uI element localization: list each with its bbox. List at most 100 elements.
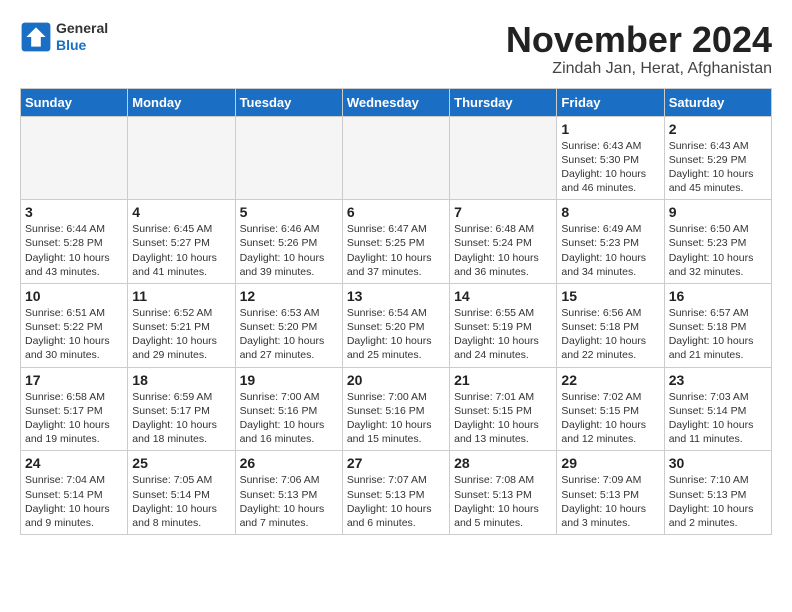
cell-info: Sunrise: 7:00 AM Sunset: 5:16 PM Dayligh… [240, 390, 338, 447]
calendar-cell [128, 116, 235, 200]
cell-info: Sunrise: 7:03 AM Sunset: 5:14 PM Dayligh… [669, 390, 767, 447]
day-number: 1 [561, 121, 659, 137]
day-number: 24 [25, 455, 123, 471]
calendar-cell: 15 Sunrise: 6:56 AM Sunset: 5:18 PM Dayli… [557, 283, 664, 367]
day-number: 10 [25, 288, 123, 304]
day-number: 3 [25, 204, 123, 220]
calendar-cell: 4Sunrise: 6:45 AM Sunset: 5:27 PM Daylig… [128, 200, 235, 284]
cell-info: Sunrise: 7:00 AM Sunset: 5:16 PM Dayligh… [347, 390, 445, 447]
calendar-cell: 29 Sunrise: 7:09 AM Sunset: 5:13 PM Dayli… [557, 451, 664, 535]
month-title: November 2024 [506, 20, 772, 60]
logo-general: General [56, 20, 108, 36]
cell-info: Sunrise: 6:58 AM Sunset: 5:17 PM Dayligh… [25, 390, 123, 447]
cell-info: Sunrise: 6:44 AM Sunset: 5:28 PM Dayligh… [25, 222, 123, 279]
calendar-cell: 3 Sunrise: 6:44 AM Sunset: 5:28 PM Daylig… [21, 200, 128, 284]
calendar-cell: 13 Sunrise: 6:54 AM Sunset: 5:20 PM Dayli… [342, 283, 449, 367]
calendar-cell: 23 Sunrise: 7:03 AM Sunset: 5:14 PM Dayli… [664, 367, 771, 451]
calendar-cell: 21 Sunrise: 7:01 AM Sunset: 5:15 PM Dayli… [450, 367, 557, 451]
cell-info: Sunrise: 7:02 AM Sunset: 5:15 PM Dayligh… [561, 390, 659, 447]
calendar-cell: 20Sunrise: 7:00 AM Sunset: 5:16 PM Dayli… [342, 367, 449, 451]
day-number: 21 [454, 372, 552, 388]
cell-info: Sunrise: 7:09 AM Sunset: 5:13 PM Dayligh… [561, 473, 659, 530]
title-area: November 2024 Zindah Jan, Herat, Afghani… [506, 20, 772, 78]
calendar-table: SundayMondayTuesdayWednesdayThursdayFrid… [20, 88, 772, 535]
day-number: 25 [132, 455, 230, 471]
calendar-cell: 16Sunrise: 6:57 AM Sunset: 5:18 PM Dayli… [664, 283, 771, 367]
header-tuesday: Tuesday [235, 88, 342, 116]
page-header: General Blue November 2024 Zindah Jan, H… [20, 20, 772, 78]
day-number: 13 [347, 288, 445, 304]
calendar-cell: 14 Sunrise: 6:55 AM Sunset: 5:19 PM Dayli… [450, 283, 557, 367]
header-row: SundayMondayTuesdayWednesdayThursdayFrid… [21, 88, 772, 116]
day-number: 30 [669, 455, 767, 471]
cell-info: Sunrise: 6:52 AM Sunset: 5:21 PM Dayligh… [132, 306, 230, 363]
calendar-cell: 11 Sunrise: 6:52 AM Sunset: 5:21 PM Dayli… [128, 283, 235, 367]
week-row-4: 17 Sunrise: 6:58 AM Sunset: 5:17 PM Dayli… [21, 367, 772, 451]
day-number: 5 [240, 204, 338, 220]
day-number: 23 [669, 372, 767, 388]
cell-info: Sunrise: 6:43 AM Sunset: 5:30 PM Dayligh… [561, 139, 659, 196]
cell-info: Sunrise: 7:04 AM Sunset: 5:14 PM Dayligh… [25, 473, 123, 530]
cell-info: Sunrise: 6:59 AM Sunset: 5:17 PM Dayligh… [132, 390, 230, 447]
day-number: 26 [240, 455, 338, 471]
calendar-cell: 2 Sunrise: 6:43 AM Sunset: 5:29 PM Daylig… [664, 116, 771, 200]
day-number: 11 [132, 288, 230, 304]
cell-info: Sunrise: 6:45 AM Sunset: 5:27 PM Dayligh… [132, 222, 230, 279]
cell-info: Sunrise: 6:54 AM Sunset: 5:20 PM Dayligh… [347, 306, 445, 363]
cell-info: Sunrise: 6:56 AM Sunset: 5:18 PM Dayligh… [561, 306, 659, 363]
calendar-cell: 9Sunrise: 6:50 AM Sunset: 5:23 PM Daylig… [664, 200, 771, 284]
cell-info: Sunrise: 6:46 AM Sunset: 5:26 PM Dayligh… [240, 222, 338, 279]
cell-info: Sunrise: 7:08 AM Sunset: 5:13 PM Dayligh… [454, 473, 552, 530]
week-row-5: 24 Sunrise: 7:04 AM Sunset: 5:14 PM Dayli… [21, 451, 772, 535]
logo: General Blue [20, 20, 108, 54]
calendar-cell: 27Sunrise: 7:07 AM Sunset: 5:13 PM Dayli… [342, 451, 449, 535]
cell-info: Sunrise: 6:49 AM Sunset: 5:23 PM Dayligh… [561, 222, 659, 279]
day-number: 19 [240, 372, 338, 388]
calendar-cell: 17 Sunrise: 6:58 AM Sunset: 5:17 PM Dayli… [21, 367, 128, 451]
calendar-cell: 8 Sunrise: 6:49 AM Sunset: 5:23 PM Daylig… [557, 200, 664, 284]
cell-info: Sunrise: 7:07 AM Sunset: 5:13 PM Dayligh… [347, 473, 445, 530]
day-number: 15 [561, 288, 659, 304]
cell-info: Sunrise: 6:47 AM Sunset: 5:25 PM Dayligh… [347, 222, 445, 279]
calendar-cell: 30 Sunrise: 7:10 AM Sunset: 5:13 PM Dayli… [664, 451, 771, 535]
header-sunday: Sunday [21, 88, 128, 116]
week-row-3: 10 Sunrise: 6:51 AM Sunset: 5:22 PM Dayli… [21, 283, 772, 367]
cell-info: Sunrise: 6:55 AM Sunset: 5:19 PM Dayligh… [454, 306, 552, 363]
cell-info: Sunrise: 6:43 AM Sunset: 5:29 PM Dayligh… [669, 139, 767, 196]
day-number: 17 [25, 372, 123, 388]
calendar-cell [342, 116, 449, 200]
day-number: 29 [561, 455, 659, 471]
day-number: 28 [454, 455, 552, 471]
day-number: 22 [561, 372, 659, 388]
calendar-cell: 19 Sunrise: 7:00 AM Sunset: 5:16 PM Dayli… [235, 367, 342, 451]
location-title: Zindah Jan, Herat, Afghanistan [506, 60, 772, 78]
calendar-cell: 26Sunrise: 7:06 AM Sunset: 5:13 PM Dayli… [235, 451, 342, 535]
cell-info: Sunrise: 6:51 AM Sunset: 5:22 PM Dayligh… [25, 306, 123, 363]
day-number: 7 [454, 204, 552, 220]
calendar-cell [235, 116, 342, 200]
logo-blue: Blue [56, 37, 86, 53]
calendar-cell: 10 Sunrise: 6:51 AM Sunset: 5:22 PM Dayli… [21, 283, 128, 367]
day-number: 12 [240, 288, 338, 304]
day-number: 2 [669, 121, 767, 137]
day-number: 8 [561, 204, 659, 220]
cell-info: Sunrise: 7:01 AM Sunset: 5:15 PM Dayligh… [454, 390, 552, 447]
calendar-cell: 6 Sunrise: 6:47 AM Sunset: 5:25 PM Daylig… [342, 200, 449, 284]
calendar-cell: 24 Sunrise: 7:04 AM Sunset: 5:14 PM Dayli… [21, 451, 128, 535]
cell-info: Sunrise: 6:48 AM Sunset: 5:24 PM Dayligh… [454, 222, 552, 279]
cell-info: Sunrise: 7:10 AM Sunset: 5:13 PM Dayligh… [669, 473, 767, 530]
calendar-cell: 28 Sunrise: 7:08 AM Sunset: 5:13 PM Dayli… [450, 451, 557, 535]
day-number: 14 [454, 288, 552, 304]
cell-info: Sunrise: 7:05 AM Sunset: 5:14 PM Dayligh… [132, 473, 230, 530]
calendar-cell: 7 Sunrise: 6:48 AM Sunset: 5:24 PM Daylig… [450, 200, 557, 284]
calendar-cell [450, 116, 557, 200]
calendar-cell: 18 Sunrise: 6:59 AM Sunset: 5:17 PM Dayli… [128, 367, 235, 451]
cell-info: Sunrise: 6:50 AM Sunset: 5:23 PM Dayligh… [669, 222, 767, 279]
calendar-cell: 5 Sunrise: 6:46 AM Sunset: 5:26 PM Daylig… [235, 200, 342, 284]
header-thursday: Thursday [450, 88, 557, 116]
day-number: 18 [132, 372, 230, 388]
logo-icon [20, 21, 52, 53]
logo-text: General Blue [56, 20, 108, 54]
day-number: 6 [347, 204, 445, 220]
calendar-cell: 22 Sunrise: 7:02 AM Sunset: 5:15 PM Dayli… [557, 367, 664, 451]
